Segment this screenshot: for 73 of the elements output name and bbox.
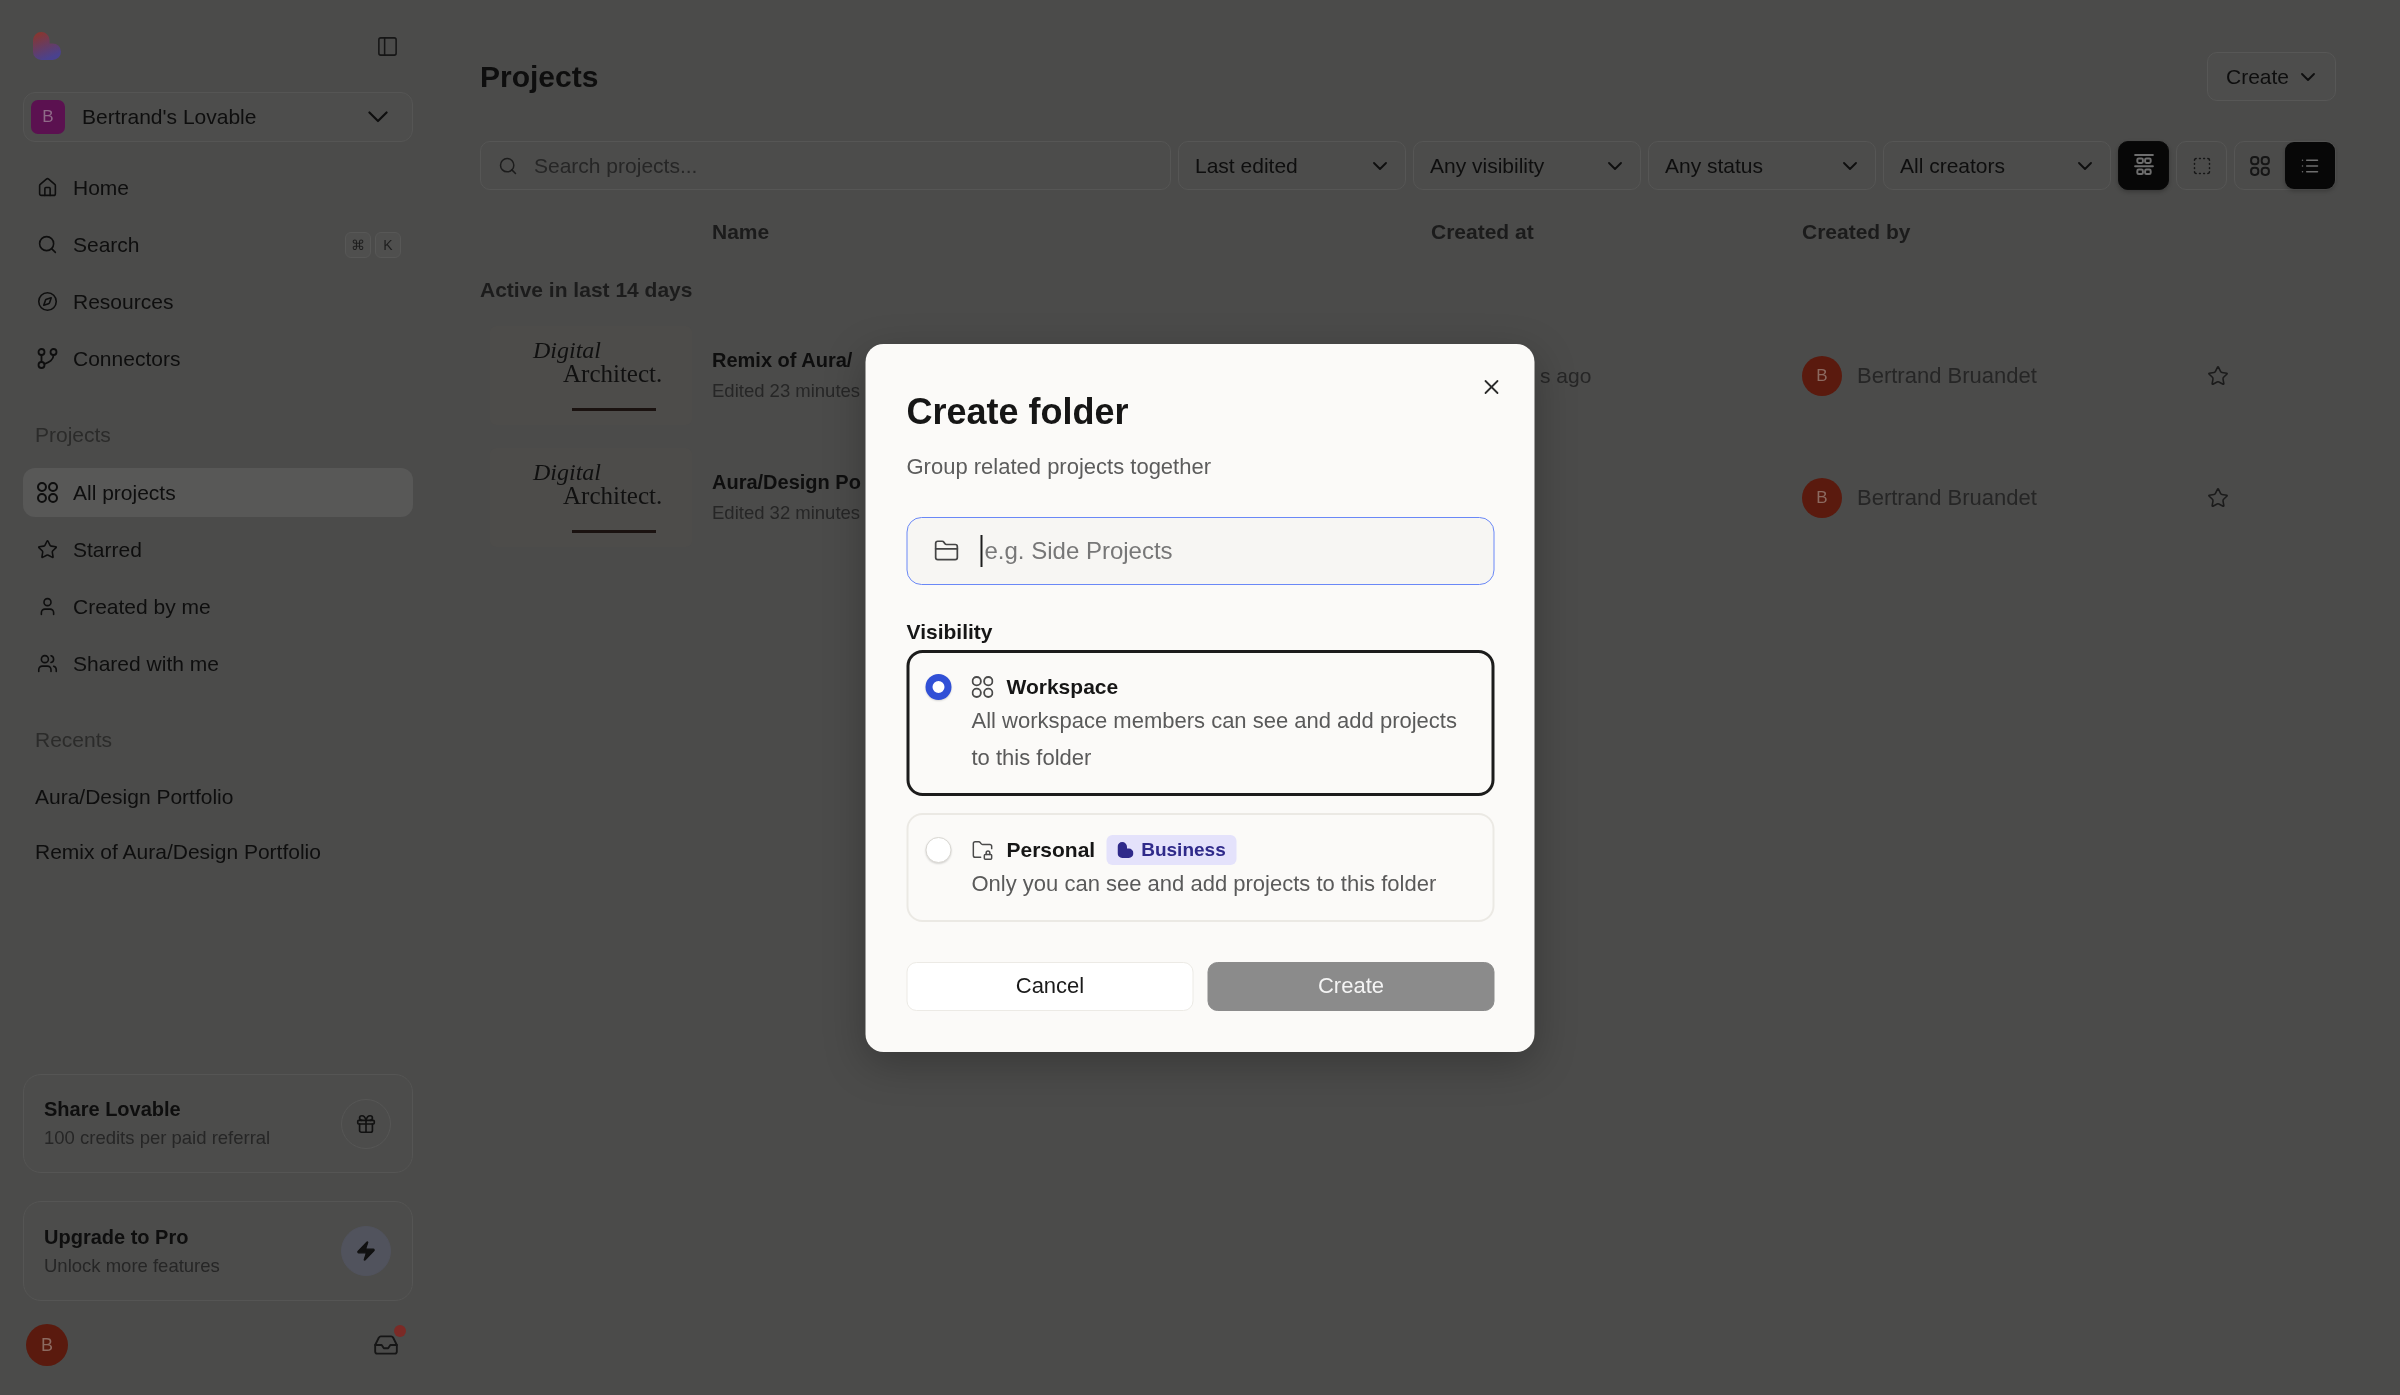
lightning-icon[interactable] xyxy=(341,1226,391,1276)
filter-dropdown[interactable]: Last edited xyxy=(1178,141,1406,190)
star-icon[interactable] xyxy=(2207,364,2229,387)
dashed-square-icon xyxy=(2191,155,2212,176)
chevron-down-icon xyxy=(1373,161,1387,170)
option-description: All workspace members can see and add projects to this folder xyxy=(971,706,1458,772)
visibility-option[interactable]: Workspace All workspace members can see and add projects to this folder xyxy=(906,649,1495,796)
chevron-down-icon xyxy=(1843,161,1857,170)
thumbnail-text: Architect. xyxy=(563,484,663,508)
compass-icon xyxy=(37,291,58,312)
workspace-selector[interactable]: B Bertrand's Lovable xyxy=(23,92,413,142)
home-icon xyxy=(37,177,58,198)
search-icon xyxy=(498,155,518,176)
inbox-icon[interactable] xyxy=(373,1332,399,1358)
star-icon[interactable] xyxy=(2207,486,2229,509)
plan-label: Business xyxy=(1141,838,1226,861)
heart-logo-icon xyxy=(1117,841,1134,858)
folder-icon xyxy=(933,537,960,564)
creator-avatar: B xyxy=(1802,355,1842,396)
thumbnail-text: Architect. xyxy=(563,362,663,386)
option-title: Personal xyxy=(1006,837,1096,862)
grid-icon xyxy=(2250,155,2270,176)
card-title: Share Lovable xyxy=(44,1098,182,1121)
dialog-title: Create folder xyxy=(906,389,1130,434)
star-icon xyxy=(37,539,58,560)
nav-item[interactable]: Resources xyxy=(23,277,413,326)
chevron-down-icon xyxy=(368,111,388,123)
cancel-button[interactable]: Cancel xyxy=(906,961,1194,1011)
filter-dropdown[interactable]: Any visibility xyxy=(1413,141,1641,190)
nav-item[interactable]: Starred xyxy=(23,525,413,574)
view-toggle-button[interactable] xyxy=(2118,141,2169,190)
search-icon xyxy=(37,234,58,255)
recent-project-link[interactable]: Remix of Aura/Design Portfolio xyxy=(23,828,413,875)
project-name[interactable]: Aura/Design Po xyxy=(712,471,861,494)
heart-logo-icon xyxy=(33,32,61,60)
grid-rows-icon xyxy=(2133,154,2154,177)
workspace-avatar: B xyxy=(31,100,65,134)
folder-name-field[interactable]: e.g. Side Projects xyxy=(906,516,1495,585)
people-icon xyxy=(37,653,58,674)
nav-item[interactable]: Created by me xyxy=(23,582,413,631)
chevron-down-icon xyxy=(2301,72,2315,81)
create-menu-button[interactable]: Create xyxy=(2206,52,2336,101)
field-label: Visibility xyxy=(906,618,994,645)
view-toggle-button[interactable] xyxy=(2285,142,2335,189)
nav-item[interactable]: Home xyxy=(23,163,413,212)
filter-dropdown[interactable]: Any status xyxy=(1648,141,1876,190)
sidebar-panel-icon[interactable] xyxy=(376,34,399,58)
option-description: Only you can see and add projects to this folder xyxy=(971,869,1438,898)
visibility-option[interactable]: Personal Business Only you can see and add projects to this folder xyxy=(906,812,1495,922)
nodes-icon xyxy=(37,348,58,369)
project-name[interactable]: Remix of Aura/ xyxy=(712,349,853,372)
option-title: Workspace xyxy=(1006,674,1119,699)
thumbnail-text: Digital xyxy=(533,338,601,362)
nav-item[interactable]: Shared with me xyxy=(23,639,413,688)
circles-grid-icon xyxy=(37,482,58,503)
chevron-down-icon xyxy=(1608,161,1622,170)
folder-lock-icon xyxy=(971,838,994,861)
view-toggle-button[interactable] xyxy=(2176,141,2227,190)
nav-item[interactable]: Connectors xyxy=(23,334,413,383)
filter-dropdown[interactable]: All creators xyxy=(1883,141,2111,190)
page-title: Projects xyxy=(480,59,599,94)
radio-button[interactable] xyxy=(925,673,952,700)
text-cursor-icon xyxy=(980,534,983,567)
shortcut-key: ⌘ xyxy=(345,231,371,258)
chevron-down-icon xyxy=(2078,161,2092,170)
circles-grid-icon xyxy=(971,675,994,698)
thumbnail-text: Digital xyxy=(533,460,601,484)
creator-avatar: B xyxy=(1802,477,1842,518)
recent-project-link[interactable]: Aura/Design Portfolio xyxy=(23,773,413,820)
nav-item[interactable]: All projects xyxy=(23,468,413,517)
user-avatar[interactable]: B xyxy=(26,1324,68,1366)
dialog-subtitle: Group related projects together xyxy=(906,452,1212,481)
card-title: Upgrade to Pro xyxy=(44,1225,190,1249)
